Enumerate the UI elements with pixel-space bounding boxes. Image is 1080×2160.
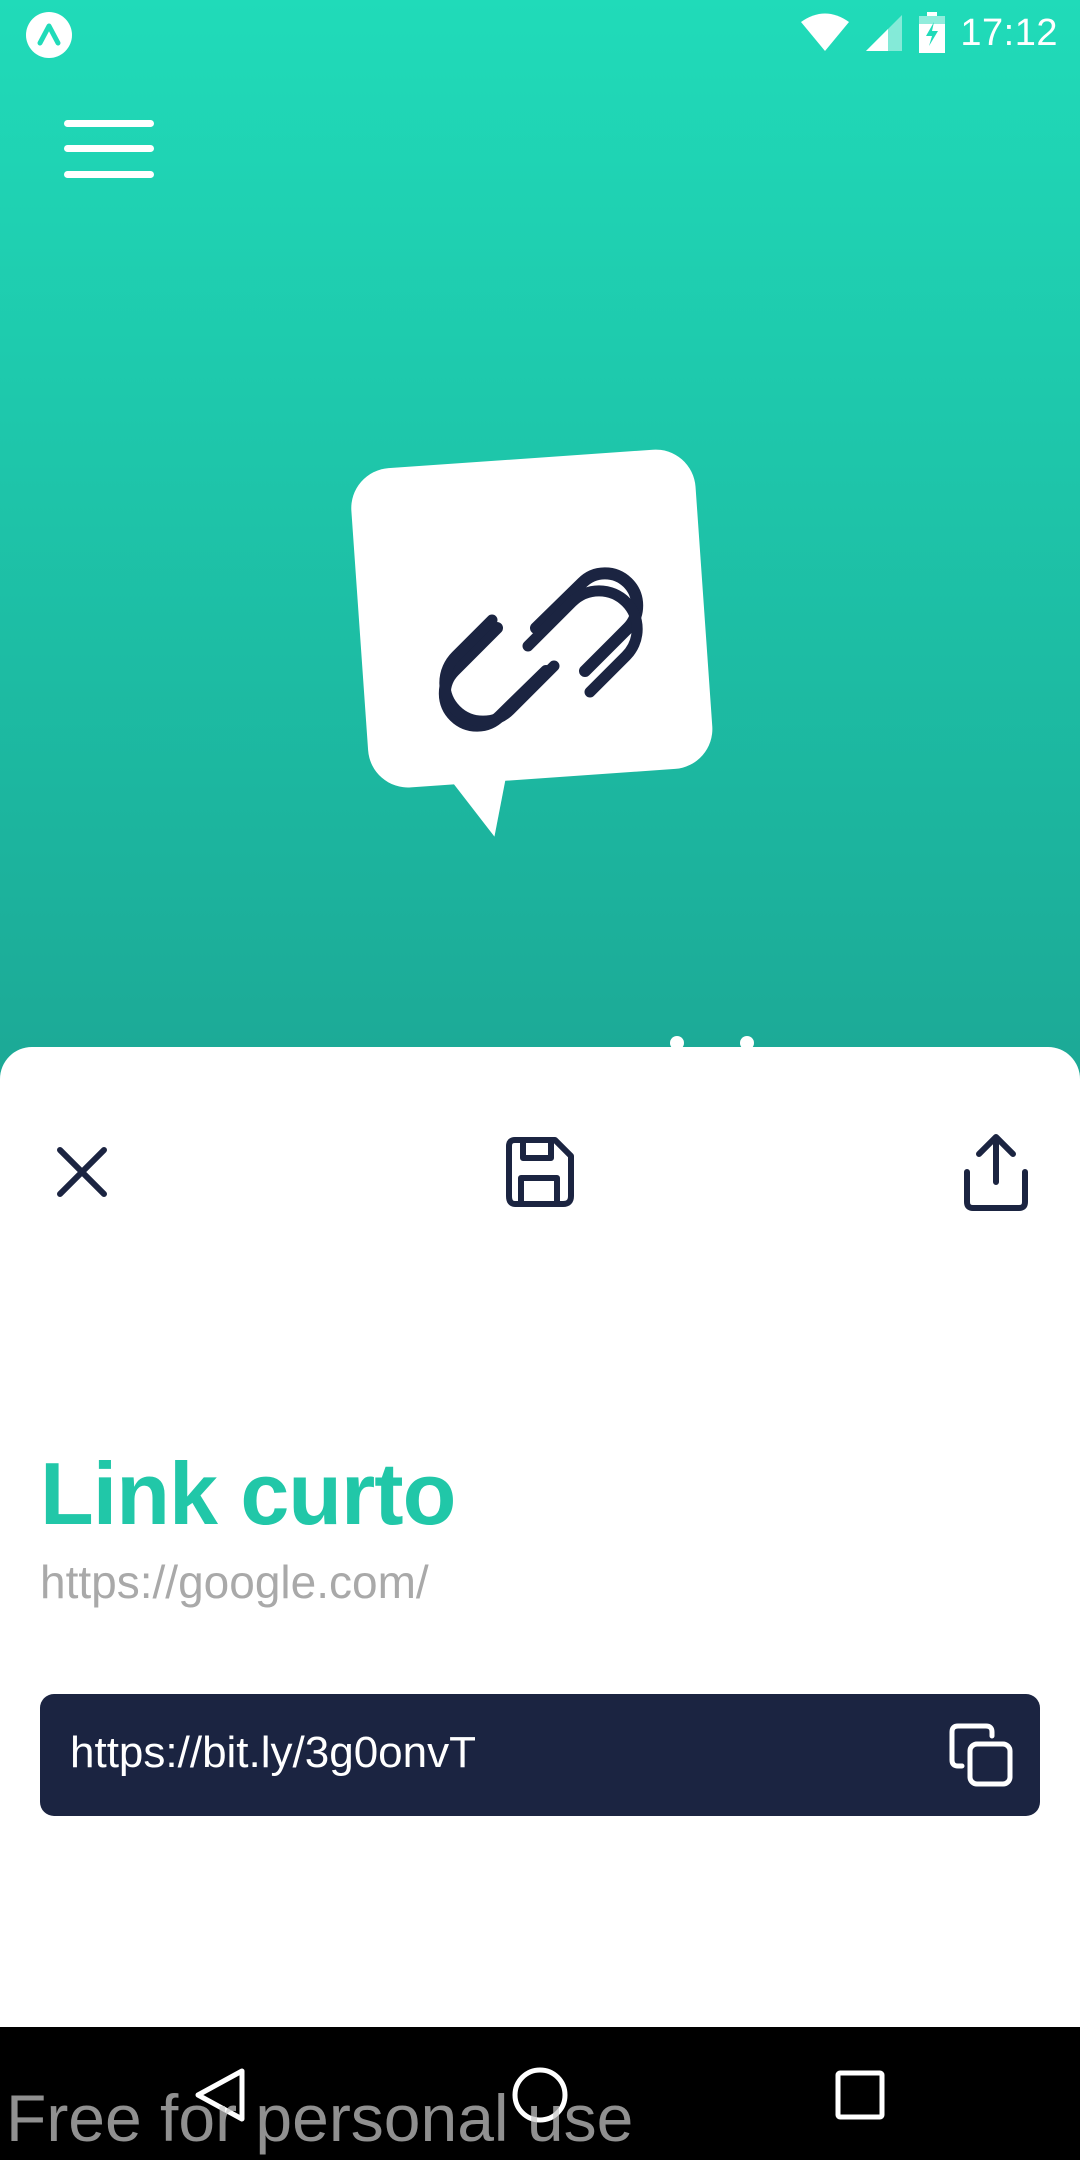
short-link-text: https://bit.ly/3g0onvT [70, 1728, 476, 1777]
battery-charging-icon [919, 12, 946, 53]
short-link-box[interactable]: https://bit.ly/3g0onvT [40, 1694, 1040, 1816]
home-icon [512, 2067, 568, 2123]
copy-button[interactable] [942, 1716, 1020, 1794]
app-notification-icon [26, 12, 72, 58]
back-icon [195, 2068, 245, 2122]
navigation-bar [0, 2027, 1080, 2160]
save-button[interactable] [494, 1127, 584, 1217]
status-bar: 17:12 [0, 0, 1080, 66]
bottom-sheet: Link curto https://google.com/ https://b… [0, 1047, 1080, 2027]
status-time: 17:12 [960, 11, 1058, 54]
close-button[interactable] [37, 1127, 127, 1217]
recent-apps-icon [835, 2070, 885, 2120]
back-button[interactable] [180, 2055, 260, 2135]
home-button[interactable] [500, 2055, 580, 2135]
menu-button[interactable] [62, 114, 156, 186]
original-url: https://google.com/ [40, 1556, 429, 1608]
status-indicators: 17:12 [800, 8, 1058, 58]
share-button[interactable] [951, 1127, 1041, 1217]
close-icon [57, 1147, 107, 1197]
cell-signal-icon [866, 15, 903, 51]
sheet-title: Link curto [40, 1444, 456, 1543]
copy-icon [949, 1723, 1013, 1787]
chat-bubble-link-icon [351, 449, 713, 837]
save-icon [506, 1137, 574, 1207]
app-screen: 17:12 Link curto https://google.com/ htt… [0, 0, 1080, 2160]
wifi-icon [801, 13, 850, 51]
recent-apps-button[interactable] [820, 2055, 900, 2135]
share-icon [964, 1134, 1028, 1211]
